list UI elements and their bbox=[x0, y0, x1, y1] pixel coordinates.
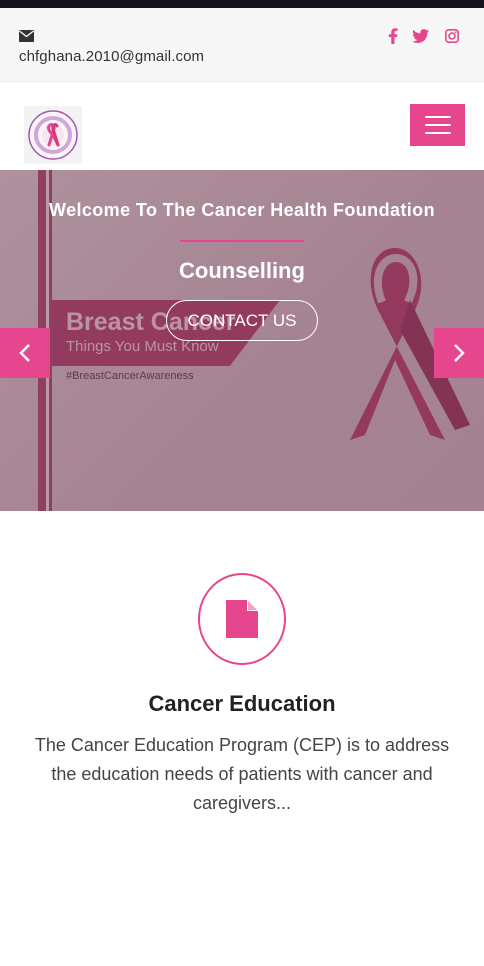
feature-title: Cancer Education bbox=[148, 691, 336, 716]
carousel-next-button[interactable] bbox=[434, 328, 484, 378]
cancer-health-foundation-logo-icon bbox=[28, 110, 78, 160]
feature-description: The Cancer Education Program (CEP) is to… bbox=[34, 735, 450, 813]
menu-bar-line bbox=[424, 124, 451, 126]
hamburger-menu-icon bbox=[424, 116, 451, 118]
chevron-left-icon bbox=[19, 344, 30, 362]
hamburger-menu-button[interactable] bbox=[410, 104, 465, 146]
feature-icon-circle bbox=[198, 573, 286, 665]
twitter-icon[interactable] bbox=[412, 27, 430, 45]
menu-bar-line bbox=[424, 132, 451, 134]
hero-divider bbox=[180, 240, 304, 242]
site-logo[interactable] bbox=[24, 106, 82, 164]
document-icon bbox=[226, 600, 258, 638]
envelope-icon bbox=[19, 29, 34, 42]
feature-cancer-education: Cancer Education The Cancer Education Pr… bbox=[0, 511, 484, 966]
contact-us-button[interactable]: CONTACT US bbox=[166, 300, 318, 341]
chevron-right-icon bbox=[454, 344, 465, 362]
top-contact-bar: chfghana.2010@gmail.com bbox=[0, 8, 484, 82]
main-navbar bbox=[0, 82, 484, 170]
status-strip bbox=[0, 0, 484, 8]
contact-email[interactable]: chfghana.2010@gmail.com bbox=[19, 48, 204, 65]
instagram-icon[interactable] bbox=[443, 27, 461, 45]
facebook-icon[interactable] bbox=[384, 27, 402, 45]
hero-heading: Counselling bbox=[179, 258, 305, 283]
hero-carousel: Breast Cancer Things You Must Know #Brea… bbox=[0, 170, 484, 511]
hero-welcome-text: Welcome To The Cancer Health Foundation bbox=[49, 200, 435, 220]
carousel-prev-button[interactable] bbox=[0, 328, 50, 378]
